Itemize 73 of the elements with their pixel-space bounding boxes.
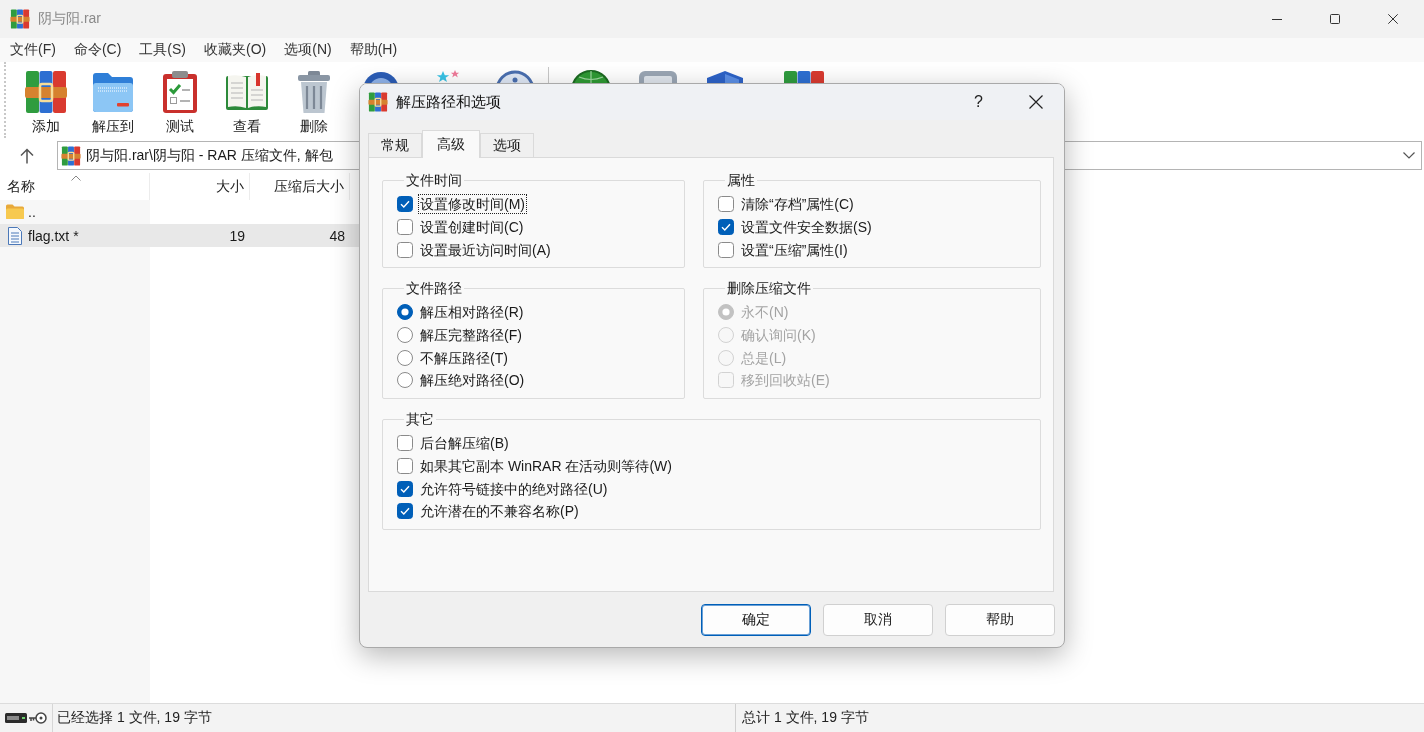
- size-cell: 19: [229, 227, 245, 244]
- option-label[interactable]: 如果其它副本 WinRAR 在活动则等待(W): [418, 455, 674, 476]
- radio-button[interactable]: [397, 372, 413, 389]
- status-text: 总计 1 文件, 19 字节: [742, 709, 869, 727]
- checkbox[interactable]: [397, 196, 413, 213]
- dialog-button[interactable]: 帮助: [945, 604, 1055, 636]
- radio-button[interactable]: [397, 349, 413, 366]
- dialog-title: 解压路径和选项: [396, 92, 501, 112]
- file-name: flag.txt *: [28, 227, 79, 244]
- archive-icon: [10, 9, 30, 29]
- dialog-button[interactable]: 取消: [823, 604, 933, 636]
- menu-item[interactable]: 文件(F): [1, 41, 65, 59]
- drive-icon: [5, 713, 27, 723]
- window-title: 阴与阳.rar: [38, 10, 101, 28]
- toolbar-button[interactable]: 查看: [213, 70, 280, 135]
- group-title: 文件路径: [405, 280, 463, 298]
- checkbox[interactable]: [718, 196, 734, 213]
- option-label[interactable]: 设置修改时间(M): [418, 194, 527, 215]
- checkbox[interactable]: [397, 503, 413, 520]
- group-title: 文件时间: [405, 172, 463, 189]
- toolbar-button[interactable]: 添加: [12, 70, 79, 135]
- group-title: 属性: [726, 172, 756, 189]
- file-name: ..: [28, 203, 36, 220]
- archive-icon: [61, 145, 81, 166]
- checkbox[interactable]: [397, 480, 413, 497]
- menu-item[interactable]: 命令(C): [64, 41, 131, 59]
- group-title: 其它: [405, 410, 435, 428]
- option-label[interactable]: 后台解压缩(B): [418, 433, 511, 454]
- menu-item[interactable]: 帮助(H): [340, 41, 407, 59]
- option-label[interactable]: 设置“压缩”属性(I): [739, 239, 850, 260]
- toolbar-button[interactable]: 解压到: [79, 70, 146, 135]
- option-label[interactable]: 设置文件安全数据(S): [739, 217, 874, 238]
- option-label[interactable]: 解压完整路径(F): [418, 325, 524, 346]
- option-label[interactable]: 允许符号链接中的绝对路径(U): [418, 478, 610, 499]
- menu-item[interactable]: 工具(S): [130, 41, 195, 59]
- radio-button[interactable]: [397, 304, 413, 321]
- help-button[interactable]: ?: [974, 93, 983, 111]
- chevron-down-icon[interactable]: [1403, 152, 1415, 159]
- checkbox[interactable]: [397, 219, 413, 236]
- minimize-icon[interactable]: [1272, 18, 1282, 20]
- tab[interactable]: 高级: [422, 130, 480, 158]
- toolbar-button[interactable]: 删除: [280, 70, 347, 135]
- option-label[interactable]: 清除“存档”属性(C): [739, 194, 856, 215]
- books-icon[interactable]: [781, 70, 826, 83]
- up-arrow-icon[interactable]: [19, 147, 34, 164]
- option-label[interactable]: 允许潜在的不兼容名称(P): [418, 501, 581, 522]
- checkbox[interactable]: [397, 241, 413, 258]
- dialog-button[interactable]: 确定: [701, 604, 811, 636]
- checkbox[interactable]: [397, 457, 413, 474]
- option-label[interactable]: 解压相对路径(R): [418, 302, 526, 323]
- option-label[interactable]: 解压绝对路径(O): [418, 370, 527, 391]
- menu-item[interactable]: 选项(N): [275, 41, 341, 59]
- option-label[interactable]: 不解压路径(T): [418, 347, 510, 368]
- checkbox[interactable]: [397, 435, 413, 452]
- toolbar-button[interactable]: 测试: [146, 70, 213, 135]
- group-title: 删除压缩文件: [726, 280, 812, 298]
- folder-icon: [6, 204, 24, 219]
- books-icon: [23, 70, 68, 114]
- tab[interactable]: 选项: [480, 133, 534, 157]
- archive-icon: [368, 92, 388, 112]
- tab[interactable]: 常规: [368, 133, 422, 157]
- radio-button[interactable]: [397, 327, 413, 344]
- text-file-icon: [8, 226, 22, 245]
- checkbox[interactable]: [718, 241, 734, 258]
- close-icon[interactable]: [1388, 14, 1398, 24]
- packed-size-cell: 48: [329, 227, 345, 244]
- checkbox[interactable]: [718, 219, 734, 236]
- maximize-icon[interactable]: [1330, 14, 1340, 24]
- folder-icon: [90, 70, 135, 114]
- close-icon[interactable]: [1028, 95, 1043, 109]
- status-text: 已经选择 1 文件, 19 字节: [57, 709, 212, 727]
- menu-item[interactable]: 收藏夹(O): [195, 41, 276, 59]
- key-icon: [29, 712, 47, 724]
